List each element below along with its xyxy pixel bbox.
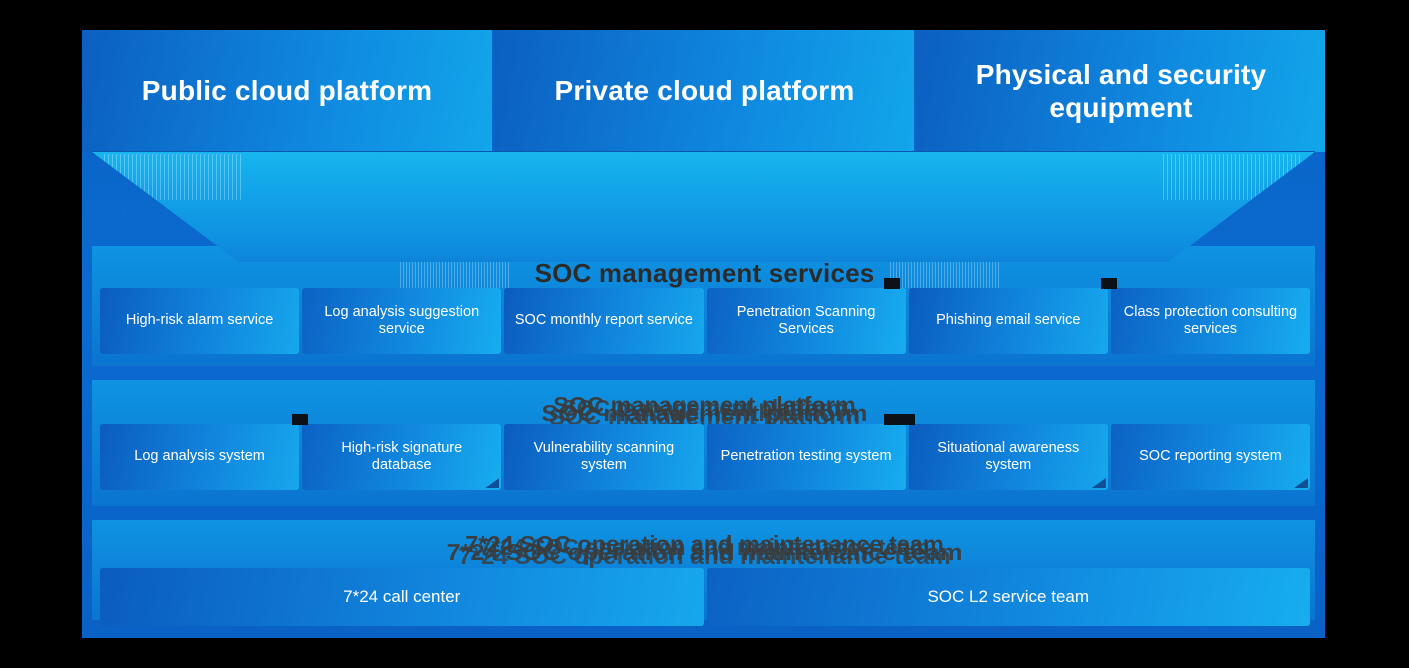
service-card-label: Penetration Scanning Services xyxy=(736,303,876,337)
team-card-label: SOC L2 service team xyxy=(927,587,1090,606)
service-card[interactable]: Log analysis suggestion service xyxy=(302,288,502,354)
service-card[interactable]: SOC monthly report service xyxy=(504,288,704,354)
system-card[interactable]: Situational awareness system xyxy=(898,414,1108,490)
service-card[interactable]: Phishing email service xyxy=(908,288,1108,354)
system-card-label: SOC reporting system xyxy=(1139,448,1282,465)
system-card[interactable]: Log analysis system xyxy=(100,424,300,490)
platform-block-private[interactable]: Private cloud platform xyxy=(495,30,914,152)
team-card-l2[interactable]: SOC L2 service team xyxy=(706,568,1310,626)
service-card[interactable]: High-risk alarm service xyxy=(100,288,300,354)
card-tab-icon xyxy=(883,278,900,289)
system-card-label: High-risk signature database xyxy=(341,439,463,473)
funnel-texture-right xyxy=(1163,154,1303,200)
system-card-row: Log analysis system High-risk signature … xyxy=(100,414,1311,490)
funnel-texture-left xyxy=(104,154,244,200)
card-corner-icon xyxy=(485,478,500,488)
service-card-label: SOC monthly report service xyxy=(514,312,693,329)
card-tab-icon xyxy=(883,414,900,425)
card-tab-icon xyxy=(292,414,309,425)
system-card-label: Vulnerability scanning system xyxy=(533,439,675,473)
services-band-title: SOC management services xyxy=(534,258,875,288)
service-card-row: High-risk alarm service Log analysis sug… xyxy=(100,278,1311,354)
service-card-label: Class protection consulting services xyxy=(1123,303,1298,337)
platform-block-physical[interactable]: Physical and security equipment xyxy=(917,30,1325,152)
service-card-label: High-risk alarm service xyxy=(125,312,274,329)
platform-label: Public cloud platform xyxy=(141,75,433,107)
team-card-call-center[interactable]: 7*24 call center xyxy=(100,568,704,626)
system-card-label: Penetration testing system xyxy=(720,448,892,465)
card-tab-icon xyxy=(898,414,915,425)
funnel-shape-icon xyxy=(92,152,1315,262)
platform-row: Public cloud platform Private cloud plat… xyxy=(82,30,1325,163)
diagram-canvas: Public cloud platform Private cloud plat… xyxy=(0,0,1409,668)
system-card-label: Situational awareness system xyxy=(937,439,1080,473)
card-corner-icon xyxy=(1091,478,1106,488)
team-card-label: 7*24 call center xyxy=(343,587,461,606)
system-card[interactable]: Penetration testing system xyxy=(706,414,906,490)
team-card-row: 7*24 call center SOC L2 service team xyxy=(100,568,1310,626)
system-card[interactable]: High-risk signature database xyxy=(292,414,502,490)
service-card-label: Log analysis suggestion service xyxy=(324,303,480,337)
funnel-connector xyxy=(82,152,1325,262)
service-card[interactable]: Penetration Scanning Services xyxy=(706,278,906,354)
system-card[interactable]: Vulnerability scanning system xyxy=(504,424,704,490)
card-tab-icon xyxy=(1100,278,1117,289)
service-card[interactable]: Class protection consulting services xyxy=(1100,278,1311,354)
system-card-label: Log analysis system xyxy=(134,448,265,465)
platform-label: Physical and security equipment xyxy=(975,58,1267,123)
service-card-label: Phishing email service xyxy=(936,312,1081,329)
system-card[interactable]: SOC reporting system xyxy=(1110,424,1311,490)
platform-block-public[interactable]: Public cloud platform xyxy=(82,30,492,152)
platform-label: Private cloud platform xyxy=(554,75,855,107)
card-corner-icon xyxy=(1294,478,1309,488)
